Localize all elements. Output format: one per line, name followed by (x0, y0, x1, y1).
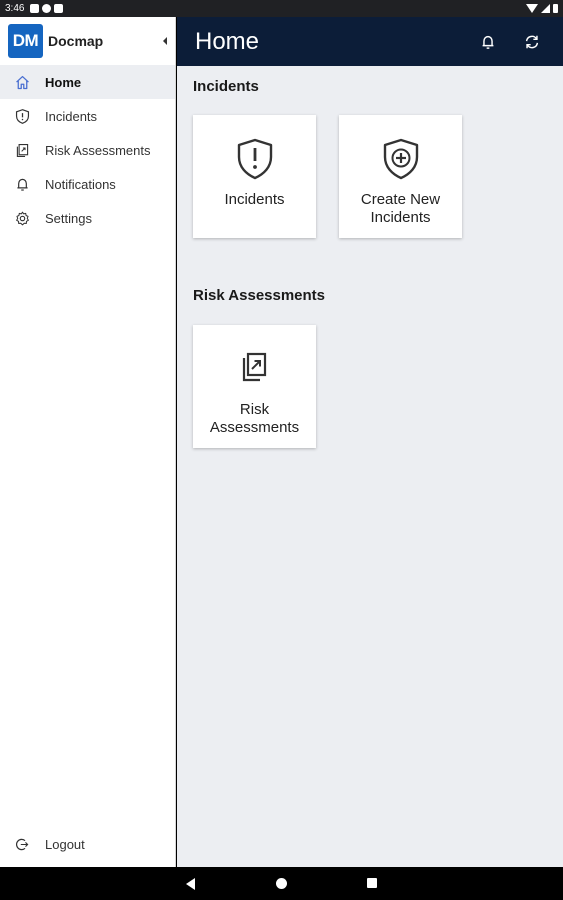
create-new-incidents-card[interactable]: Create New Incidents (339, 115, 462, 238)
refresh-icon (525, 35, 539, 48)
sidebar-item-label: Notifications (45, 176, 116, 192)
logout-icon (13, 835, 31, 853)
documents-arrow-icon (233, 347, 277, 391)
bell-icon (13, 175, 31, 193)
recent-apps-icon[interactable] (367, 878, 377, 888)
shield-plus-icon (379, 137, 423, 181)
status-time: 3:46 (5, 3, 25, 14)
sidebar-item-home[interactable]: Home (0, 65, 175, 99)
main-content: Home Incidents Incidents Create New Inci… (177, 17, 563, 867)
message-icon (30, 4, 40, 13)
sidebar-item-incidents[interactable]: Incidents (0, 99, 175, 133)
home-circle-icon[interactable] (276, 878, 287, 889)
sidebar-item-settings[interactable]: Settings (0, 201, 175, 235)
section-title-incidents: Incidents (193, 78, 259, 95)
sidebar-item-label: Home (45, 74, 82, 90)
sidebar-item-notifications[interactable]: Notifications (0, 167, 175, 201)
home-icon (13, 73, 31, 91)
page-title: Home (195, 27, 260, 55)
gear-icon (13, 209, 31, 227)
refresh-button[interactable] (521, 31, 543, 53)
signal-icon (541, 4, 550, 13)
status-bar: 3:46 (0, 0, 563, 17)
sidebar-item-label: Incidents (45, 108, 98, 124)
app-header: Home (177, 17, 563, 66)
section-title-risk-assessments: Risk Assessments (193, 287, 326, 304)
collapse-sidebar-icon[interactable] (163, 37, 167, 45)
sidebar-nav: Home Incidents Risk Assessments Notifica… (0, 65, 175, 235)
shield-exclamation-icon (233, 137, 277, 181)
wifi-icon (526, 4, 538, 13)
sidebar: DM Docmap Home Incidents Risk Assessment… (0, 17, 176, 867)
card-label: Create New Incidents (360, 191, 441, 226)
brand-name: Docmap (48, 33, 104, 49)
document-icon (13, 141, 31, 159)
incidents-card[interactable]: Incidents (193, 115, 316, 238)
card-label: Incidents (224, 191, 285, 208)
back-icon[interactable] (186, 878, 195, 890)
system-navbar (0, 867, 563, 900)
sim-icon (54, 4, 64, 13)
risk-assessments-card[interactable]: Risk Assessments (193, 325, 316, 448)
brand: DM Docmap (0, 17, 175, 65)
bell-icon (482, 35, 494, 49)
logout-label: Logout (45, 836, 85, 852)
shield-alert-icon (13, 107, 31, 125)
notifications-button[interactable] (477, 31, 499, 53)
card-label: Risk Assessments (209, 401, 300, 436)
sidebar-item-risk-assessments[interactable]: Risk Assessments (0, 133, 175, 167)
brand-logo: DM (8, 24, 43, 58)
battery-icon (553, 4, 558, 13)
sidebar-item-label: Risk Assessments (45, 142, 151, 158)
logout-button[interactable]: Logout (0, 827, 175, 861)
sidebar-item-label: Settings (45, 210, 92, 226)
app-notification-icon (42, 4, 52, 13)
